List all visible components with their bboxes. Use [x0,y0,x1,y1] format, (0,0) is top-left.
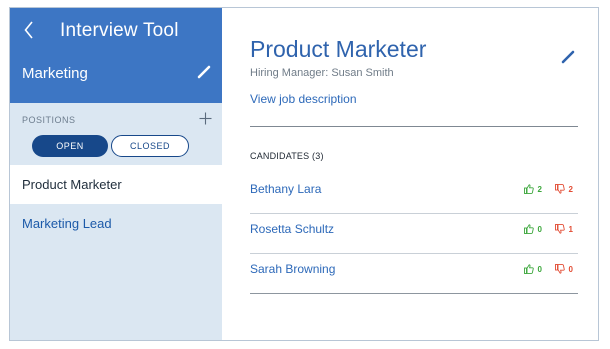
thumbs-up-icon [523,224,534,234]
add-position-button[interactable] [198,111,212,125]
thumbs-up-icon [523,184,534,194]
pencil-icon [561,50,575,64]
downvote-number: 0 [568,264,573,274]
candidates-label: CANDIDATES (3) [250,151,324,161]
thumbs-down-icon [554,224,565,234]
app-title: Interview Tool [60,20,179,41]
downvote-count[interactable]: 0 [554,264,573,274]
closed-filter-button[interactable]: CLOSED [111,135,189,157]
candidate-name[interactable]: Rosetta Schultz [250,222,334,236]
candidates-list: Bethany Lara 2 2 Rosetta Schultz 0 1 Sar… [250,174,578,294]
sidebar-header: Interview Tool Marketing [10,8,222,103]
thumbs-down-icon [554,184,565,194]
candidate-name[interactable]: Bethany Lara [250,182,321,196]
upvote-count[interactable]: 2 [523,184,542,194]
downvote-number: 2 [568,184,573,194]
upvote-number: 0 [537,264,542,274]
job-title: Product Marketer [250,36,427,62]
sidebar: Interview Tool Marketing POSITIONS OPEN … [10,8,222,340]
pencil-icon [197,65,211,79]
status-filter: OPEN CLOSED [10,133,222,165]
divider [250,126,578,127]
main-panel: Product Marketer Hiring Manager: Susan S… [222,8,598,340]
upvote-number: 0 [537,224,542,234]
positions-header: POSITIONS [10,103,222,133]
upvote-count[interactable]: 0 [523,264,542,274]
hiring-manager: Hiring Manager: Susan Smith [250,67,394,79]
upvote-number: 2 [537,184,542,194]
thumbs-down-icon [554,264,565,274]
downvote-count[interactable]: 2 [554,184,573,194]
edit-job-button[interactable] [558,47,578,67]
candidate-row: Rosetta Schultz 0 1 [250,214,578,254]
back-button[interactable] [19,18,39,42]
open-filter-button[interactable]: OPEN [32,135,108,157]
thumbs-up-icon [523,264,534,274]
positions-list: Product Marketer Marketing Lead [10,165,222,243]
candidate-row: Sarah Browning 0 0 [250,254,578,294]
candidate-row: Bethany Lara 2 2 [250,174,578,214]
app-window: Interview Tool Marketing POSITIONS OPEN … [9,7,599,341]
downvote-count[interactable]: 1 [554,224,573,234]
upvote-count[interactable]: 0 [523,224,542,234]
chevron-left-icon [24,21,33,39]
position-item-marketing-lead[interactable]: Marketing Lead [10,204,222,243]
candidate-name[interactable]: Sarah Browning [250,262,335,276]
view-job-description-link[interactable]: View job description [250,92,357,106]
department-name: Marketing [22,65,88,82]
plus-icon [199,112,211,124]
downvote-number: 1 [568,224,573,234]
positions-label: POSITIONS [22,115,76,125]
position-item-product-marketer[interactable]: Product Marketer [10,165,222,204]
edit-department-button[interactable] [194,62,214,82]
